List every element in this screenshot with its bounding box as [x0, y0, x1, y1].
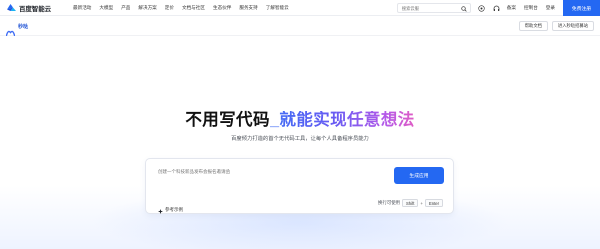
product-name: 秒哒: [18, 23, 29, 30]
shift-key: Shift: [402, 199, 419, 207]
prompt-card: 生成应用 参考示例 换行可使用 Shift + Enter: [145, 158, 454, 214]
headline-part1: 不用写代码: [185, 111, 270, 129]
filing-link[interactable]: 备案: [507, 5, 516, 11]
product-subbar: 秒哒 帮助文档 进入秒哒招募站: [0, 17, 600, 36]
login-link[interactable]: 登录: [546, 5, 555, 11]
hero-subtitle: 百度倾力打造的首个无代码工具，让每个人具备程序员能力: [231, 136, 369, 142]
support-icon[interactable]: [477, 4, 486, 13]
search-icon[interactable]: [461, 0, 467, 17]
nav-item-pricing[interactable]: 定价: [165, 5, 174, 11]
shortcut-plus: +: [420, 200, 423, 206]
examples-button[interactable]: 参考示例: [158, 201, 183, 219]
main-menu: 最新活动 大模型 产品 解决方案 定价 文档与社区 生态伙伴 服务支持 了解智能…: [73, 5, 297, 11]
hint-text: 换行可使用: [378, 200, 401, 205]
search-box[interactable]: [396, 3, 471, 13]
headset-icon[interactable]: [492, 4, 501, 13]
brand-name: 百度智能云: [19, 5, 52, 13]
register-button[interactable]: 免费注册: [563, 0, 600, 16]
shortcut-hint: 换行可使用 Shift + Enter: [378, 199, 443, 207]
nav-item-events[interactable]: 最新活动: [73, 5, 91, 11]
hero-section: 不用写代码_就能实现任意想法 百度倾力打造的首个无代码工具，让每个人具备程序员能…: [0, 37, 600, 249]
nav-item-llm[interactable]: 大模型: [99, 5, 113, 11]
sparkle-icon: [158, 201, 163, 219]
product-logo[interactable]: 秒哒: [5, 23, 29, 36]
generate-app-button[interactable]: 生成应用: [394, 167, 444, 184]
nav-item-about[interactable]: 了解智能云: [266, 5, 289, 11]
nav-item-docs-community[interactable]: 文档与社区: [182, 5, 205, 11]
nav-item-support[interactable]: 服务支持: [239, 5, 257, 11]
examples-label: 参考示例: [165, 207, 183, 212]
join-community-button[interactable]: 进入秒哒招募站: [551, 21, 594, 31]
headline-part2: _就能实现任意想法: [269, 111, 415, 129]
help-docs-button[interactable]: 帮助文档: [518, 21, 548, 31]
nav-item-partners[interactable]: 生态伙伴: [213, 5, 231, 11]
brand-logo[interactable]: 百度智能云: [6, 3, 66, 13]
hero-headline: 不用写代码_就能实现任意想法: [0, 106, 600, 130]
nav-item-solutions[interactable]: 解决方案: [138, 5, 156, 11]
prompt-input[interactable]: [158, 169, 378, 174]
nav-right: 备案 控制台 登录 免费注册: [396, 0, 600, 16]
top-navigation: 百度智能云 最新活动 大模型 产品 解决方案 定价 文档与社区 生态伙伴 服务支…: [0, 0, 600, 16]
subbar-actions: 帮助文档 进入秒哒招募站: [515, 21, 594, 31]
search-input[interactable]: [401, 5, 460, 11]
nav-item-products[interactable]: 产品: [121, 5, 130, 11]
console-link[interactable]: 控制台: [524, 5, 538, 11]
enter-key: Enter: [424, 199, 443, 207]
miaoda-logo-icon: [5, 23, 16, 36]
baidu-cloud-logo-icon: [6, 3, 17, 12]
